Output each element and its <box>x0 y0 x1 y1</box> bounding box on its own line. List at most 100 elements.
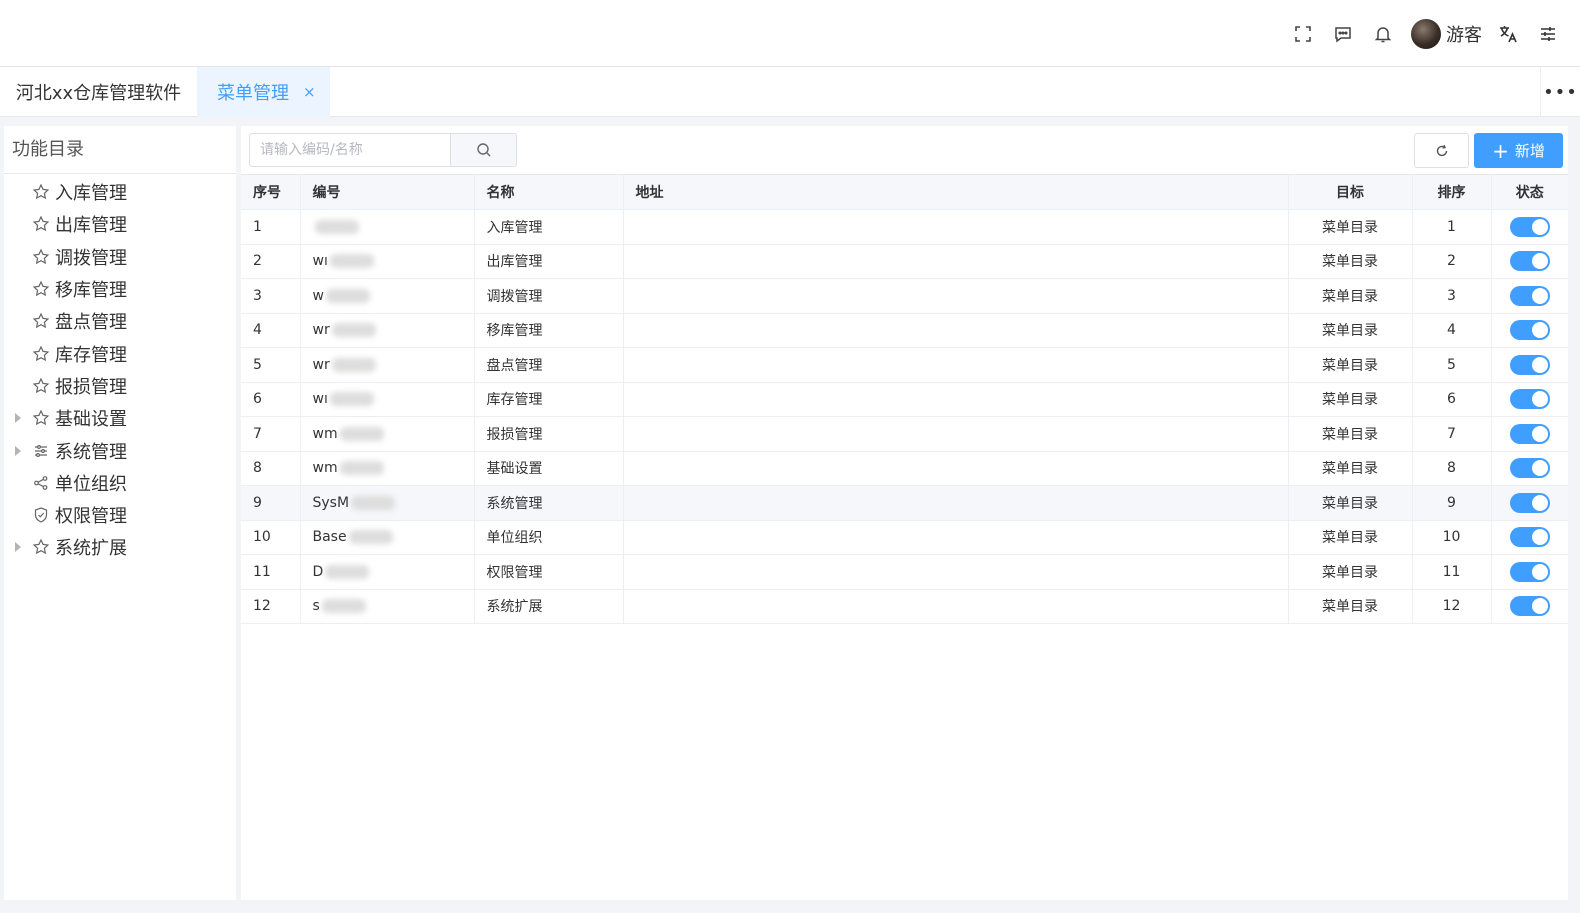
table-row[interactable]: 2 wı 出库管理 菜单目录 2 <box>241 244 1568 279</box>
index-text: 4 <box>253 322 262 339</box>
translate-icon[interactable] <box>1488 14 1528 54</box>
sort-text: 3 <box>1447 287 1456 304</box>
status-toggle[interactable] <box>1509 492 1550 513</box>
table-row[interactable]: 6 wı 库存管理 菜单目录 6 <box>241 382 1568 417</box>
code-text: wm <box>312 460 338 477</box>
bell-icon[interactable] <box>1363 14 1403 54</box>
caret-right-icon[interactable] <box>15 413 21 424</box>
sidebar-item-label: 单位组织 <box>55 473 127 495</box>
status-toggle[interactable] <box>1509 320 1550 341</box>
column-header[interactable]: 名称 <box>474 175 624 210</box>
search-button[interactable] <box>450 133 517 167</box>
sidebar-item-label: 调拨管理 <box>55 247 127 269</box>
name-text: 报损管理 <box>486 426 543 443</box>
sidebar-item[interactable]: 系统管理 <box>4 434 236 466</box>
target-text: 菜单目录 <box>1322 599 1378 616</box>
sidebar-item[interactable]: 权限管理 <box>4 499 236 531</box>
cell-code: D <box>300 554 475 590</box>
share-icon <box>32 474 50 492</box>
settings-icon[interactable] <box>1528 14 1568 54</box>
table-row[interactable]: 9 SysM 系统管理 菜单目录 9 <box>241 485 1568 521</box>
cell-name: 入库管理 <box>474 209 624 245</box>
sidebar-item[interactable]: 出库管理 <box>4 208 236 240</box>
status-toggle[interactable] <box>1509 596 1550 617</box>
cell-sort: 7 <box>1412 416 1492 452</box>
sidebar-item[interactable]: 报损管理 <box>4 370 236 402</box>
sidebar-item[interactable]: 库存管理 <box>4 337 236 369</box>
column-header[interactable]: 编号 <box>300 175 475 210</box>
user-menu[interactable]: 游客 <box>1411 18 1482 49</box>
code-text: s <box>312 598 320 615</box>
sidebar-item[interactable]: 基础设置 <box>4 402 236 434</box>
message-icon[interactable] <box>1323 14 1363 54</box>
status-toggle[interactable] <box>1509 423 1550 444</box>
status-toggle[interactable] <box>1509 458 1550 479</box>
status-toggle[interactable] <box>1509 251 1550 272</box>
table-row[interactable]: 8 wm 基础设置 菜单目录 8 <box>241 451 1568 486</box>
cell-target: 菜单目录 <box>1288 589 1413 624</box>
table-row[interactable]: 5 wr 盘点管理 菜单目录 5 <box>241 347 1568 383</box>
status-toggle[interactable] <box>1509 561 1550 582</box>
caret-right-icon[interactable] <box>15 445 21 456</box>
name-text: 入库管理 <box>486 219 543 236</box>
star-icon <box>32 312 50 330</box>
cell-target: 菜单目录 <box>1288 347 1413 383</box>
status-toggle[interactable] <box>1509 285 1550 306</box>
table-row[interactable]: 7 wm 报损管理 菜单目录 7 <box>241 416 1568 452</box>
table-row[interactable]: 1 入库管理 菜单目录 1 <box>241 209 1568 245</box>
sidebar-title: 功能目录 <box>4 126 236 174</box>
table-row[interactable]: 4 wr 移库管理 菜单目录 4 <box>241 313 1568 348</box>
caret-right-icon[interactable] <box>15 542 21 553</box>
column-header[interactable]: 目标 <box>1288 175 1413 210</box>
target-text: 菜单目录 <box>1322 392 1378 409</box>
star-icon <box>32 345 50 363</box>
cell-target: 菜单目录 <box>1288 554 1413 590</box>
status-toggle[interactable] <box>1509 216 1550 237</box>
index-text: 10 <box>253 529 271 546</box>
sliders-icon <box>32 442 50 460</box>
column-header[interactable]: 地址 <box>623 175 1289 210</box>
code-text: SysM <box>312 494 350 511</box>
sidebar-item[interactable]: 系统扩展 <box>4 531 236 563</box>
sidebar-item[interactable]: 调拨管理 <box>4 241 236 273</box>
cell-address <box>623 209 1289 245</box>
fullscreen-icon[interactable] <box>1283 14 1323 54</box>
column-header[interactable]: 状态 <box>1491 175 1568 210</box>
sidebar-item[interactable]: 移库管理 <box>4 273 236 305</box>
status-toggle[interactable] <box>1509 389 1550 410</box>
table-row[interactable]: 12 s 系统扩展 菜单目录 12 <box>241 589 1568 624</box>
cell-code: wr <box>300 347 475 383</box>
cell-code: wı <box>300 244 475 279</box>
cell-code: SysM <box>300 485 475 521</box>
cell-index: 6 <box>241 382 301 417</box>
sidebar-item[interactable]: 入库管理 <box>4 176 236 208</box>
tab-close-icon[interactable]: × <box>303 83 316 101</box>
table-row[interactable]: 3 w 调拨管理 菜单目录 3 <box>241 278 1568 314</box>
name-text: 基础设置 <box>486 461 543 478</box>
column-header[interactable]: 序号 <box>241 175 301 210</box>
cell-name: 报损管理 <box>474 416 624 452</box>
add-button[interactable]: + 新增 <box>1474 133 1563 168</box>
cell-code: wm <box>300 451 475 486</box>
column-header[interactable]: 排序 <box>1412 175 1492 210</box>
tabs-more-button[interactable]: ••• <box>1540 67 1580 117</box>
search-input[interactable] <box>249 133 450 167</box>
tab-menu-management[interactable]: 菜单管理 × <box>197 67 330 117</box>
sidebar-item[interactable]: 盘点管理 <box>4 305 236 337</box>
star-icon <box>32 538 50 556</box>
table-row[interactable]: 10 Base 单位组织 菜单目录 10 <box>241 520 1568 555</box>
cell-sort: 8 <box>1412 451 1492 486</box>
status-toggle[interactable] <box>1509 527 1550 548</box>
sidebar-item[interactable]: 单位组织 <box>4 467 236 499</box>
sort-text: 2 <box>1447 253 1456 270</box>
sidebar-item-label: 库存管理 <box>55 344 127 366</box>
cell-index: 3 <box>241 278 301 314</box>
tab-home[interactable]: 河北xx仓库管理软件 <box>0 67 197 117</box>
redacted-mask <box>339 461 384 476</box>
sidebar-item-label: 出库管理 <box>55 215 127 237</box>
status-toggle[interactable] <box>1509 354 1550 375</box>
table-row[interactable]: 11 D 权限管理 菜单目录 11 <box>241 554 1568 590</box>
refresh-button[interactable] <box>1414 133 1469 168</box>
cell-address <box>623 382 1289 417</box>
cell-index: 8 <box>241 451 301 486</box>
